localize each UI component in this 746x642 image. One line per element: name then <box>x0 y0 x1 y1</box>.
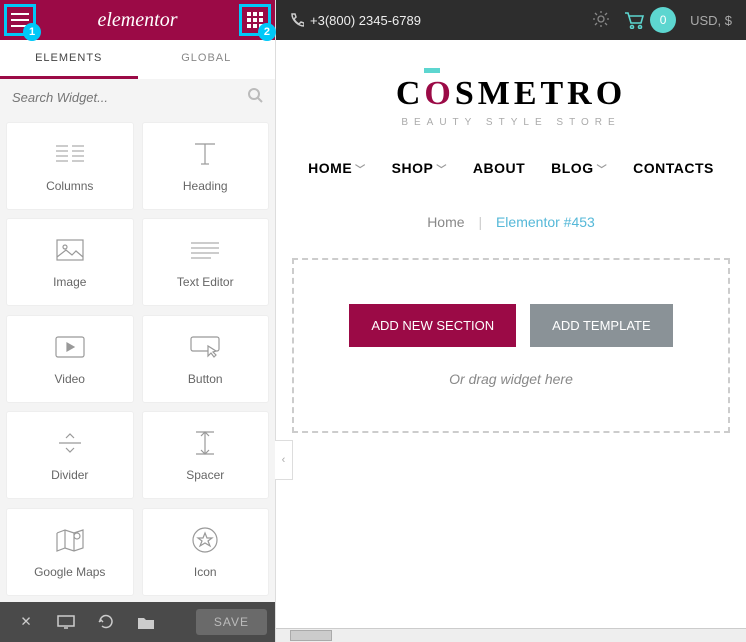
nav-home[interactable]: HOME﹀ <box>308 160 366 176</box>
widget-label: Image <box>53 275 86 289</box>
widget-label: Video <box>55 372 85 386</box>
video-icon <box>55 332 85 362</box>
history-button[interactable] <box>88 608 124 636</box>
widget-video[interactable]: Video <box>6 315 134 403</box>
tab-elements[interactable]: ELEMENTS <box>0 40 138 79</box>
panel-footer: ✕ SAVE <box>0 602 275 642</box>
add-section-button[interactable]: ADD NEW SECTION <box>349 304 516 347</box>
collapse-panel-handle[interactable]: ‹ <box>275 440 293 480</box>
drag-hint: Or drag widget here <box>314 371 708 387</box>
site-logo[interactable]: COSMETRO <box>276 75 746 113</box>
map-icon <box>56 525 84 555</box>
widget-text-editor[interactable]: Text Editor <box>142 218 270 306</box>
logo-accent <box>424 68 440 73</box>
site-header: COSMETRO BEAUTY STYLE STORE <box>276 40 746 142</box>
search-input[interactable] <box>12 90 247 105</box>
nav-about[interactable]: ABOUT <box>473 160 525 176</box>
phone-text: +3(800) 2345-6789 <box>310 13 421 28</box>
widget-label: Google Maps <box>34 565 105 579</box>
cart-icon <box>624 11 644 29</box>
cart-count-badge: 0 <box>650 7 676 33</box>
widget-label: Divider <box>51 468 88 482</box>
breadcrumb-home[interactable]: Home <box>427 214 464 230</box>
widget-heading[interactable]: Heading <box>142 122 270 210</box>
chevron-down-icon: ﹀ <box>436 161 447 176</box>
nav-blog[interactable]: BLOG﹀ <box>551 160 607 176</box>
divider-icon <box>57 428 83 458</box>
site-topbar: +3(800) 2345-6789 0 USD, $ <box>276 0 746 40</box>
editor-canvas[interactable]: ADD NEW SECTION ADD TEMPLATE Or drag wid… <box>292 258 730 433</box>
widget-label: Icon <box>194 565 217 579</box>
add-template-button[interactable]: ADD TEMPLATE <box>530 304 672 347</box>
widget-image[interactable]: Image <box>6 218 134 306</box>
save-button[interactable]: SAVE <box>196 609 267 635</box>
phone-icon <box>290 13 304 27</box>
elementor-panel: 1 elementor 2 ELEMENTS GLOBAL Columns <box>0 0 276 642</box>
panel-tabs: ELEMENTS GLOBAL <box>0 40 275 79</box>
text-editor-icon <box>191 235 219 265</box>
apps-grid-button[interactable]: 2 <box>239 4 271 36</box>
widgets-grid: Columns Heading Image Text Editor Video … <box>0 116 275 602</box>
nav-contacts[interactable]: CONTACTS <box>633 160 714 176</box>
templates-button[interactable] <box>128 608 164 636</box>
tab-global[interactable]: GLOBAL <box>138 40 276 79</box>
widget-button[interactable]: Button <box>142 315 270 403</box>
star-icon <box>192 525 218 555</box>
widget-icon[interactable]: Icon <box>142 508 270 596</box>
chevron-down-icon: ﹀ <box>597 161 608 176</box>
brand-logo: elementor <box>98 9 178 32</box>
search-bar <box>0 79 275 116</box>
nav-shop[interactable]: SHOP﹀ <box>392 160 447 176</box>
breadcrumb-current: Elementor #453 <box>496 214 595 230</box>
widget-label: Heading <box>183 179 228 193</box>
button-icon <box>190 332 220 362</box>
breadcrumb-separator: | <box>478 214 482 230</box>
horizontal-scrollbar[interactable] <box>276 628 746 642</box>
close-button[interactable]: ✕ <box>8 608 44 636</box>
image-icon <box>56 235 84 265</box>
preview-frame: ‹ +3(800) 2345-6789 0 USD, $ COSMETRO BE… <box>276 0 746 642</box>
search-icon[interactable] <box>247 87 263 108</box>
phone-number[interactable]: +3(800) 2345-6789 <box>290 13 421 28</box>
widget-spacer[interactable]: Spacer <box>142 411 270 499</box>
marker-2: 2 <box>258 23 276 41</box>
widget-columns[interactable]: Columns <box>6 122 134 210</box>
menu-button[interactable]: 1 <box>4 4 36 36</box>
widget-label: Text Editor <box>177 275 234 289</box>
responsive-button[interactable] <box>48 608 84 636</box>
columns-icon <box>56 139 84 169</box>
site-tagline: BEAUTY STYLE STORE <box>276 117 746 128</box>
main-nav: HOME﹀ SHOP﹀ ABOUT BLOG﹀ CONTACTS <box>276 142 746 204</box>
widget-divider[interactable]: Divider <box>6 411 134 499</box>
widget-google-maps[interactable]: Google Maps <box>6 508 134 596</box>
widget-label: Button <box>188 372 223 386</box>
gear-icon[interactable] <box>592 10 610 31</box>
marker-1: 1 <box>23 23 41 41</box>
breadcrumb: Home | Elementor #453 <box>276 204 746 258</box>
widget-label: Columns <box>46 179 93 193</box>
cart-button[interactable]: 0 <box>624 7 676 33</box>
spacer-icon <box>192 428 218 458</box>
heading-icon <box>191 139 219 169</box>
widget-label: Spacer <box>186 468 224 482</box>
chevron-down-icon: ﹀ <box>355 161 366 176</box>
panel-header: 1 elementor 2 <box>0 0 275 40</box>
currency-selector[interactable]: USD, $ <box>690 13 732 28</box>
